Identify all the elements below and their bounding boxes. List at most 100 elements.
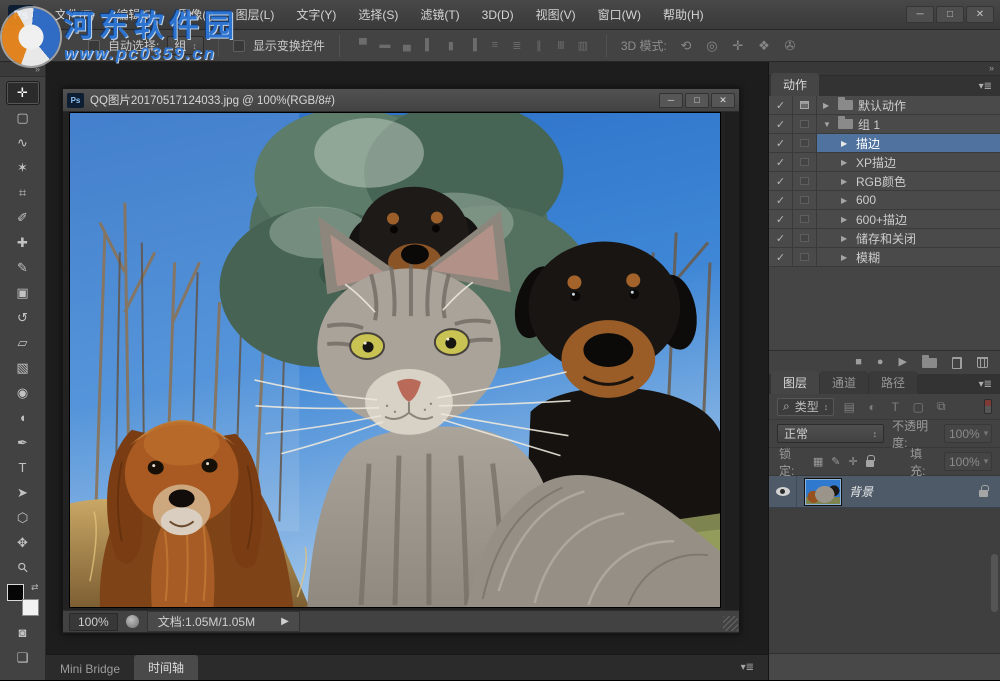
align-left-edges-icon[interactable]: ▌ xyxy=(420,39,438,52)
blur-tool[interactable]: ◉ xyxy=(6,381,40,405)
zoom-tool[interactable]: ⚲ xyxy=(6,556,40,580)
action-check-icon[interactable]: ✓ xyxy=(769,96,793,114)
document-canvas[interactable] xyxy=(63,112,739,610)
auto-select-checkbox[interactable] xyxy=(88,40,100,52)
path-selection-tool[interactable]: ➤ xyxy=(6,481,40,505)
document-title-bar[interactable]: Ps QQ图片20170517124033.jpg @ 100%(RGB/8#)… xyxy=(63,89,739,112)
expand-arrow-icon[interactable]: ▶ xyxy=(841,253,851,262)
align-top-edges-icon[interactable]: ▀ xyxy=(354,39,372,52)
layer-row-background[interactable]: 背景 xyxy=(769,476,1000,508)
menu-type[interactable]: 文字(Y) xyxy=(285,0,347,30)
layer-visibility-cell[interactable] xyxy=(769,476,797,507)
lock-all-icon[interactable] xyxy=(866,460,875,467)
expand-arrow-icon[interactable]: ▶ xyxy=(841,215,851,224)
expand-arrow-icon[interactable]: ▶ xyxy=(841,139,851,148)
action-check-icon[interactable]: ✓ xyxy=(769,210,793,228)
layer-filter-toggle[interactable] xyxy=(984,399,992,414)
actions-panel-menu-icon[interactable]: ▾≣ xyxy=(979,81,992,92)
action-row-default-actions[interactable]: ✓ ▶ 默认动作 xyxy=(769,96,1000,115)
window-resize-grip[interactable] xyxy=(723,616,738,631)
action-modal-toggle[interactable] xyxy=(793,191,817,209)
distribute-horizontal-centers-icon[interactable]: Ⅲ xyxy=(552,39,570,52)
layers-panel-menu-icon[interactable]: ▾≣ xyxy=(979,379,992,390)
bottom-panel-menu-icon[interactable]: ▾≣ xyxy=(741,662,754,673)
3d-orbit-icon[interactable]: ⟲ xyxy=(675,38,697,54)
shape-tool[interactable]: ⬡ xyxy=(6,506,40,530)
filter-pixel-layers-icon[interactable]: ▤ xyxy=(841,400,857,414)
brush-tool[interactable]: ✎ xyxy=(6,256,40,280)
document-size-info[interactable]: 文档:1.05M/1.05M ▶ xyxy=(147,611,300,632)
layers-scrollbar[interactable] xyxy=(991,554,998,612)
stop-button[interactable]: ■ xyxy=(855,357,862,368)
layer-thumbnail[interactable] xyxy=(805,479,841,505)
expand-arrow-icon[interactable]: ▼ xyxy=(823,120,833,129)
toolbar-collapse-icon[interactable]: » xyxy=(0,62,45,77)
hand-tool[interactable]: ✥ xyxy=(6,531,40,555)
align-vertical-centers-icon[interactable]: ▬ xyxy=(376,39,394,52)
align-bottom-edges-icon[interactable]: ▄ xyxy=(398,39,416,52)
3d-slide-icon[interactable]: ❖ xyxy=(753,38,775,54)
magic-wand-tool[interactable]: ✶ xyxy=(6,156,40,180)
layer-filter-dropdown[interactable]: ⌕ 类型 ↕ xyxy=(777,398,834,416)
background-color-swatch[interactable] xyxy=(22,599,39,616)
action-modal-toggle[interactable] xyxy=(793,153,817,171)
status-menu-arrow-icon[interactable]: ▶ xyxy=(281,616,289,627)
action-check-icon[interactable]: ✓ xyxy=(769,191,793,209)
action-check-icon[interactable]: ✓ xyxy=(769,229,793,247)
eraser-tool[interactable]: ▱ xyxy=(6,331,40,355)
canvas-image[interactable] xyxy=(69,112,721,608)
action-row-600[interactable]: ✓ ▶ 600 xyxy=(769,191,1000,210)
menu-help[interactable]: 帮助(H) xyxy=(652,0,715,30)
swap-colors-icon[interactable]: ⇄ xyxy=(31,582,39,593)
pen-tool[interactable]: ✒ xyxy=(6,431,40,455)
menu-edit[interactable]: 编辑(E) xyxy=(105,0,167,30)
action-check-icon[interactable]: ✓ xyxy=(769,134,793,152)
gradient-tool[interactable]: ▧ xyxy=(6,356,40,380)
tab-channels[interactable]: 通道 xyxy=(820,371,868,394)
action-row-group-1[interactable]: ✓ ▼ 组 1 xyxy=(769,115,1000,134)
action-row-xp-stroke[interactable]: ✓ ▶ XP描边 xyxy=(769,153,1000,172)
expand-arrow-icon[interactable]: ▶ xyxy=(823,101,833,110)
3d-camera-icon[interactable]: ✇ xyxy=(779,38,801,54)
menu-file[interactable]: 文件(F) xyxy=(44,0,105,30)
eye-icon[interactable] xyxy=(776,487,790,496)
screen-mode-tool[interactable]: ❏ xyxy=(6,646,40,670)
new-group-button[interactable] xyxy=(922,358,937,368)
doc-maximize-button[interactable]: □ xyxy=(685,93,709,108)
eyedropper-tool[interactable]: ✐ xyxy=(6,206,40,230)
fill-field[interactable]: 100% ▾ xyxy=(944,452,992,471)
spot-healing-brush-tool[interactable]: ✚ xyxy=(6,231,40,255)
menu-view[interactable]: 视图(V) xyxy=(525,0,587,30)
type-tool[interactable]: T xyxy=(6,456,40,480)
expand-arrow-icon[interactable]: ▶ xyxy=(841,177,851,186)
opacity-field[interactable]: 100% ▾ xyxy=(944,424,992,443)
action-modal-toggle[interactable] xyxy=(793,210,817,228)
action-modal-toggle[interactable] xyxy=(793,248,817,266)
action-check-icon[interactable]: ✓ xyxy=(769,172,793,190)
action-row-blur[interactable]: ✓ ▶ 模糊 xyxy=(769,248,1000,267)
action-check-icon[interactable]: ✓ xyxy=(769,153,793,171)
filter-adjustment-layers-icon[interactable]: ◐ xyxy=(864,400,880,414)
action-row-save-close[interactable]: ✓ ▶ 储存和关闭 xyxy=(769,229,1000,248)
action-check-icon[interactable]: ✓ xyxy=(769,248,793,266)
tab-paths[interactable]: 路径 xyxy=(869,371,917,394)
lock-pixels-icon[interactable]: ✎ xyxy=(831,455,840,468)
lock-position-icon[interactable]: ✛ xyxy=(848,455,857,468)
close-button[interactable]: ✕ xyxy=(966,6,994,23)
zoom-level-field[interactable]: 100% xyxy=(69,613,118,631)
move-tool[interactable]: ✛ xyxy=(6,81,40,105)
3d-pan-icon[interactable]: ✛ xyxy=(727,38,749,54)
quick-mask-tool[interactable]: ◙ xyxy=(6,621,40,645)
maximize-button[interactable]: □ xyxy=(936,6,964,23)
tab-layers[interactable]: 图层 xyxy=(771,371,819,394)
action-modal-toggle[interactable] xyxy=(793,134,817,152)
menu-select[interactable]: 选择(S) xyxy=(347,0,409,30)
history-brush-tool[interactable]: ↺ xyxy=(6,306,40,330)
3d-roll-icon[interactable]: ◎ xyxy=(701,38,723,54)
menu-3d[interactable]: 3D(D) xyxy=(471,0,525,30)
align-horizontal-centers-icon[interactable]: ▮ xyxy=(442,39,460,52)
play-button[interactable]: ▶ xyxy=(899,357,907,368)
action-modal-toggle[interactable] xyxy=(793,172,817,190)
action-check-icon[interactable]: ✓ xyxy=(769,115,793,133)
crop-tool[interactable]: ⌗ xyxy=(6,181,40,205)
